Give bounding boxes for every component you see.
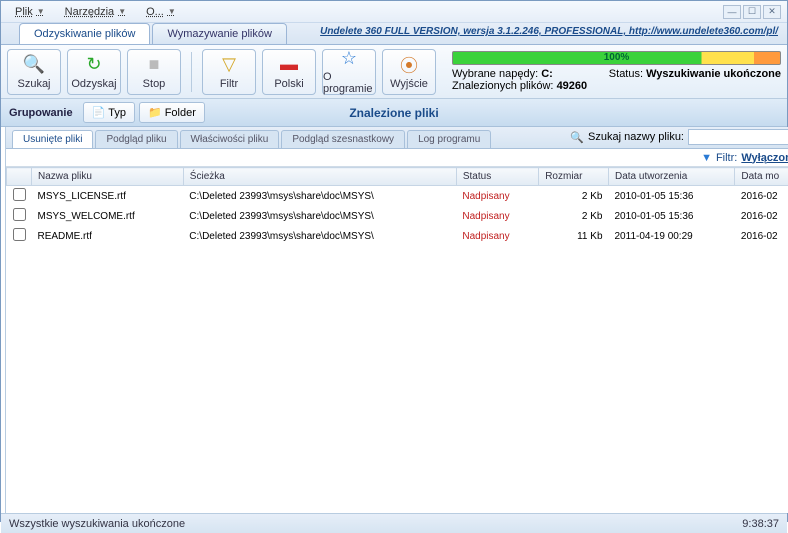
exit-button[interactable]: ⦿Wyjście	[382, 49, 436, 95]
recover-button[interactable]: ↻Odzyskaj	[67, 49, 121, 95]
col-modified[interactable]: Data mo	[735, 168, 788, 186]
sub-bar: Grupowanie 📄Typ 📁Folder Znalezione pliki	[1, 99, 787, 127]
search-button[interactable]: 🔍Szukaj	[7, 49, 61, 95]
cell-created: 2010-01-05 15:36	[609, 186, 735, 207]
statusbar-time: 9:38:37	[742, 518, 779, 530]
col-name[interactable]: Nazwa pliku	[32, 168, 184, 186]
status-block: 100% Wybrane napędy: C: Status: Wyszukiw…	[452, 51, 781, 92]
cell-size: 11 Kb	[539, 226, 609, 246]
center-title: Znalezione pliki	[349, 106, 438, 120]
file-table: Nazwa pliku Ścieżka Status Rozmiar Data …	[6, 167, 788, 246]
progress-bar: 100%	[452, 51, 781, 65]
cell-path: C:\Deleted 23993\msys\share\doc\MSYS\	[183, 186, 456, 207]
flag-icon: ▬	[278, 54, 300, 76]
statusbar-msg: Wszystkie wyszukiwania ukończone	[9, 518, 185, 530]
statusbar: Wszystkie wyszukiwania ukończone 9:38:37	[1, 513, 787, 533]
tab-preview[interactable]: Podgląd pliku	[95, 130, 177, 148]
inner-tabs: Usunięte pliki Podgląd pliku Właściwości…	[6, 127, 788, 149]
row-checkbox[interactable]	[13, 208, 26, 221]
cell-created: 2010-01-05 15:36	[609, 206, 735, 226]
cell-path: C:\Deleted 23993\msys\share\doc\MSYS\	[183, 226, 456, 246]
tab-wipe[interactable]: Wymazywanie plików	[152, 23, 286, 44]
cell-size: 2 Kb	[539, 206, 609, 226]
menubar: Plik▼ Narzędzia▼ O...▼ — ☐ ✕	[1, 1, 787, 23]
group-type-button[interactable]: 📄Typ	[83, 102, 135, 123]
cell-status: Nadpisany	[456, 226, 538, 246]
minimize-button[interactable]: —	[723, 5, 741, 19]
cell-name: MSYS_LICENSE.rtf	[32, 186, 184, 207]
col-created[interactable]: Data utworzenia	[609, 168, 735, 186]
status-label: Status:	[609, 68, 643, 80]
filter-toggle[interactable]: Wyłączony	[741, 152, 788, 164]
filter-icon: ▽	[218, 54, 240, 76]
row-checkbox[interactable]	[13, 188, 26, 201]
maximize-button[interactable]: ☐	[743, 5, 761, 19]
cell-name: README.rtf	[32, 226, 184, 246]
tab-recover[interactable]: Odzyskiwanie plików	[19, 23, 150, 44]
lang-button[interactable]: ▬Polski	[262, 49, 316, 95]
tab-hex[interactable]: Podgląd szesnastkowy	[281, 130, 405, 148]
search-input[interactable]	[688, 129, 788, 145]
filter-row: ▼ Filtr: Wyłączony	[6, 149, 788, 167]
stop-button[interactable]: ■Stop	[127, 49, 181, 95]
row-checkbox[interactable]	[13, 228, 26, 241]
tab-deleted[interactable]: Usunięte pliki	[12, 130, 93, 148]
drives-label: Wybrane napędy:	[452, 68, 538, 80]
col-size[interactable]: Rozmiar	[539, 168, 609, 186]
cell-size: 2 Kb	[539, 186, 609, 207]
file-table-wrap[interactable]: Nazwa pliku Ścieżka Status Rozmiar Data …	[6, 167, 788, 513]
search-icon-small: 🔍	[570, 131, 584, 144]
cell-modified: 2016-02	[735, 226, 788, 246]
table-row[interactable]: MSYS_LICENSE.rtfC:\Deleted 23993\msys\sh…	[7, 186, 788, 207]
close-button[interactable]: ✕	[763, 5, 781, 19]
tab-log[interactable]: Log programu	[407, 130, 491, 148]
progress-percent: 100%	[604, 52, 630, 63]
menu-tools[interactable]: Narzędzia▼	[57, 4, 134, 20]
type-icon: 📄	[92, 106, 106, 119]
recover-icon: ↻	[83, 54, 105, 76]
funnel-icon: ▼	[701, 152, 712, 164]
col-path[interactable]: Ścieżka	[183, 168, 456, 186]
menu-file[interactable]: Plik▼	[7, 4, 53, 20]
cell-status: Nadpisany	[456, 206, 538, 226]
stop-icon: ■	[143, 54, 165, 76]
version-link[interactable]: Undelete 360 FULL VERSION, wersja 3.1.2.…	[320, 26, 778, 37]
table-row[interactable]: README.rtfC:\Deleted 23993\msys\share\do…	[7, 226, 788, 246]
found-label: Znalezionych plików:	[452, 80, 554, 92]
col-status[interactable]: Status	[456, 168, 538, 186]
cell-name: MSYS_WELCOME.rtf	[32, 206, 184, 226]
found-value: 49260	[557, 80, 588, 92]
col-check[interactable]	[7, 168, 32, 186]
chevron-down-icon: ▼	[118, 7, 126, 16]
cell-path: C:\Deleted 23993\msys\share\doc\MSYS\	[183, 206, 456, 226]
toolbar: 🔍Szukaj ↻Odzyskaj ■Stop ▽Filtr ▬Polski ☆…	[1, 45, 787, 99]
folder-icon: 📁	[148, 106, 162, 119]
tab-props[interactable]: Właściwości pliku	[180, 130, 280, 148]
table-row[interactable]: MSYS_WELCOME.rtfC:\Deleted 23993\msys\sh…	[7, 206, 788, 226]
chevron-down-icon: ▼	[37, 7, 45, 16]
filter-button[interactable]: ▽Filtr	[202, 49, 256, 95]
group-folder-button[interactable]: 📁Folder	[139, 102, 205, 123]
about-button[interactable]: ☆O programie	[322, 49, 376, 95]
exit-icon: ⦿	[398, 54, 420, 76]
drives-value: C:	[541, 68, 553, 80]
search-label: Szukaj nazwy pliku:	[588, 131, 684, 143]
cell-modified: 2016-02	[735, 206, 788, 226]
cell-status: Nadpisany	[456, 186, 538, 207]
filter-prefix: Filtr:	[716, 152, 737, 164]
menu-help[interactable]: O...▼	[138, 4, 184, 20]
search-icon: 🔍	[23, 54, 45, 76]
cell-created: 2011-04-19 00:29	[609, 226, 735, 246]
cell-modified: 2016-02	[735, 186, 788, 207]
chevron-down-icon: ▼	[168, 7, 176, 16]
status-value: Wyszukiwanie ukończone	[646, 68, 781, 80]
grouping-label: Grupowanie	[9, 107, 73, 119]
separator	[191, 52, 192, 92]
info-icon: ☆	[338, 48, 360, 69]
